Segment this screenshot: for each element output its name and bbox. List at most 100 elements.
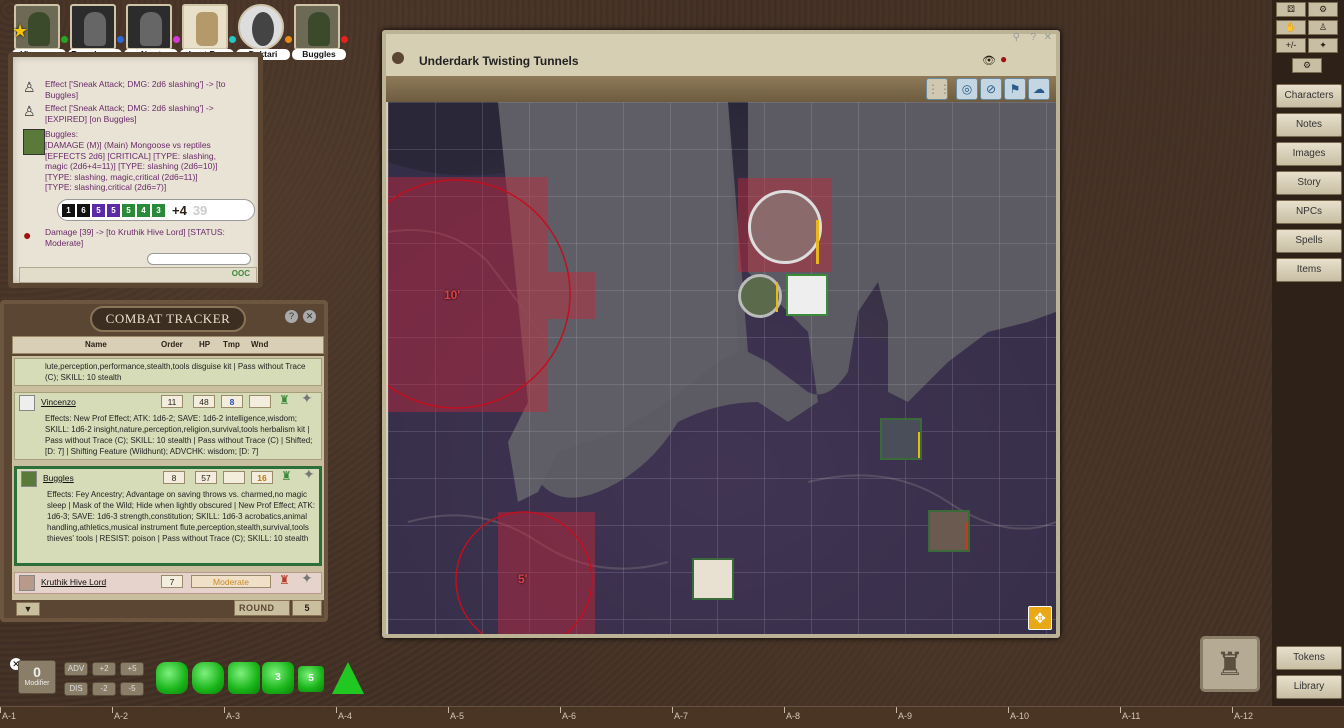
identity-dot bbox=[341, 36, 348, 43]
combat-tracker-header: Name Order HP Tmp Wnd bbox=[12, 336, 324, 354]
avatar bbox=[21, 471, 37, 487]
lock-icon[interactable]: ● bbox=[1000, 52, 1007, 66]
ct-name[interactable]: Vincenzo bbox=[41, 397, 76, 408]
token-daktari[interactable] bbox=[786, 274, 828, 316]
right-sidebar: ⚄ ⚙ ✋ ♙ +/- ✦ ⚙ Characters Notes Images … bbox=[1272, 0, 1344, 706]
d10-die[interactable]: 3 bbox=[262, 662, 294, 694]
map-window[interactable]: Underdark Twisting Tunnels 👁 ● ⚲ ? ✕ ⋮⋮ … bbox=[382, 30, 1060, 638]
ct-wnd[interactable]: 16 bbox=[251, 471, 273, 484]
col-wnd: Wnd bbox=[251, 340, 269, 349]
token-kruthik-hive-lord[interactable] bbox=[748, 190, 822, 264]
health-bar bbox=[918, 432, 920, 458]
portrait-buggles[interactable]: Buggles bbox=[292, 4, 348, 60]
dice-tray-icon[interactable]: ⚄ bbox=[1276, 2, 1306, 17]
dice-tower-icon[interactable]: ♜ bbox=[1200, 636, 1260, 692]
health-bar bbox=[966, 522, 968, 550]
expand-icon[interactable]: ▼ bbox=[16, 602, 40, 616]
ct-effects: Effects: New Prof Effect; ATK: 1d6-2; SA… bbox=[45, 414, 313, 456]
ct-tmp[interactable] bbox=[223, 471, 245, 484]
hand-icon[interactable]: ✋ bbox=[1276, 20, 1306, 35]
dis-button[interactable]: DIS bbox=[64, 682, 88, 696]
help-icon[interactable]: ? bbox=[1030, 32, 1036, 43]
ct-entry-buggles[interactable]: Buggles 8 57 16 ♜ ✦ Effects: Fey Ancestr… bbox=[14, 466, 322, 566]
round-value[interactable]: 5 bbox=[292, 600, 322, 616]
dice-result: 1 6 5 5 5 4 3 +4 39 bbox=[57, 199, 255, 221]
sidebar-characters[interactable]: Characters bbox=[1276, 84, 1342, 108]
chat-message: [DAMAGE (M)] (Main) Mongoose vs reptiles… bbox=[45, 140, 218, 192]
sidebar-tokens[interactable]: Tokens bbox=[1276, 646, 1342, 670]
ct-hp[interactable]: 57 bbox=[195, 471, 217, 484]
plus2-button[interactable]: +2 bbox=[92, 662, 116, 676]
sidebar-npcs[interactable]: NPCs bbox=[1276, 200, 1342, 224]
chat-window[interactable]: ♙ Effect ['Sneak Attack; DMG: 2d6 slashi… bbox=[8, 52, 263, 288]
flag-icon[interactable]: ⚑ bbox=[1004, 78, 1026, 100]
chat-mode-select[interactable] bbox=[147, 253, 251, 265]
adv-button[interactable]: ADV bbox=[64, 662, 88, 676]
target-icon[interactable]: ◎ bbox=[956, 78, 978, 100]
ruler-label: A-10 bbox=[1010, 711, 1030, 721]
map-canvas[interactable]: 10' 5' ✥ bbox=[388, 102, 1056, 634]
ct-name[interactable]: Buggles bbox=[43, 473, 74, 484]
link-icon[interactable]: ⚲ bbox=[1013, 32, 1020, 43]
ruler-label: A-7 bbox=[674, 711, 689, 721]
modifier-box[interactable]: 0 Modifier bbox=[18, 660, 56, 694]
sidebar-notes[interactable]: Notes bbox=[1276, 113, 1342, 137]
ct-tmp[interactable]: 8 bbox=[221, 395, 243, 408]
plus5-button[interactable]: +5 bbox=[120, 662, 144, 676]
settings-icon[interactable]: ⚙ bbox=[1292, 58, 1322, 73]
combat-tracker-list[interactable]: lute,perception,performance,stealth,tool… bbox=[12, 356, 324, 600]
sidebar-images[interactable]: Images bbox=[1276, 142, 1342, 166]
sidebar-library[interactable]: Library bbox=[1276, 675, 1342, 699]
help-icon[interactable]: ? bbox=[285, 310, 298, 323]
col-hp: HP bbox=[199, 340, 211, 349]
d8-die[interactable] bbox=[228, 662, 260, 694]
target-icon[interactable]: ✦ bbox=[301, 391, 313, 405]
ct-wnd[interactable] bbox=[249, 395, 271, 408]
minus5-button[interactable]: -5 bbox=[120, 682, 144, 696]
faction-icon[interactable]: ♜ bbox=[281, 470, 292, 482]
avatar bbox=[19, 575, 35, 591]
modifiers-button[interactable]: +/- bbox=[1276, 38, 1306, 53]
party-icon[interactable]: ♙ bbox=[1308, 20, 1338, 35]
effects-icon[interactable]: ✦ bbox=[1308, 38, 1338, 53]
ct-hp[interactable]: 48 bbox=[193, 395, 215, 408]
ct-entry-vincenzo[interactable]: Vincenzo 11 48 8 ♜ ✦ Effects: New Prof E… bbox=[14, 391, 322, 460]
minus2-button[interactable]: -2 bbox=[92, 682, 116, 696]
target-icon[interactable]: ✦ bbox=[303, 467, 315, 481]
token-ramsham[interactable] bbox=[880, 418, 922, 460]
close-icon[interactable]: ✕ bbox=[1044, 32, 1052, 43]
ct-order[interactable]: 11 bbox=[161, 395, 183, 408]
faction-icon[interactable]: ♜ bbox=[279, 394, 290, 406]
ct-order[interactable]: 8 bbox=[163, 471, 185, 484]
ct-order[interactable]: 7 bbox=[161, 575, 183, 588]
character-icon: ♙ bbox=[23, 79, 36, 95]
close-icon[interactable]: ✕ bbox=[303, 310, 316, 323]
d4-die[interactable] bbox=[156, 662, 188, 694]
map-terrain bbox=[388, 102, 1056, 634]
resize-icon[interactable]: ✥ bbox=[1028, 606, 1052, 630]
visibility-icon[interactable]: 👁 bbox=[982, 54, 996, 67]
faction-icon[interactable]: ♜ bbox=[279, 574, 290, 586]
grid-icon[interactable]: ⋮⋮ bbox=[926, 78, 951, 100]
ruler-label: A-5 bbox=[450, 711, 465, 721]
ct-entry-kruthik[interactable]: Kruthik Hive Lord 7 Moderate ♜ ✦ bbox=[14, 571, 322, 594]
fog-icon[interactable]: ☁ bbox=[1028, 78, 1050, 100]
lock-icon[interactable] bbox=[392, 52, 404, 64]
chat-input[interactable] bbox=[19, 267, 257, 283]
chat-speaker: Buggles: bbox=[45, 129, 79, 139]
token-newt[interactable] bbox=[928, 510, 970, 552]
ooc-toggle[interactable]: OOC bbox=[232, 269, 250, 278]
health-bar bbox=[816, 220, 819, 264]
no-mask-icon[interactable]: ⊘ bbox=[980, 78, 1002, 100]
identity-dot bbox=[285, 36, 292, 43]
options-icon[interactable]: ⚙ bbox=[1308, 2, 1338, 17]
target-icon[interactable]: ✦ bbox=[301, 571, 313, 585]
d6-die[interactable] bbox=[192, 662, 224, 694]
d12-die[interactable]: 5 bbox=[298, 666, 324, 692]
sidebar-items[interactable]: Items bbox=[1276, 258, 1342, 282]
die-face: 6 bbox=[77, 203, 90, 217]
sidebar-story[interactable]: Story bbox=[1276, 171, 1342, 195]
ct-name[interactable]: Kruthik Hive Lord bbox=[41, 577, 106, 588]
sidebar-spells[interactable]: Spells bbox=[1276, 229, 1342, 253]
token-vincenzo[interactable] bbox=[692, 558, 734, 600]
